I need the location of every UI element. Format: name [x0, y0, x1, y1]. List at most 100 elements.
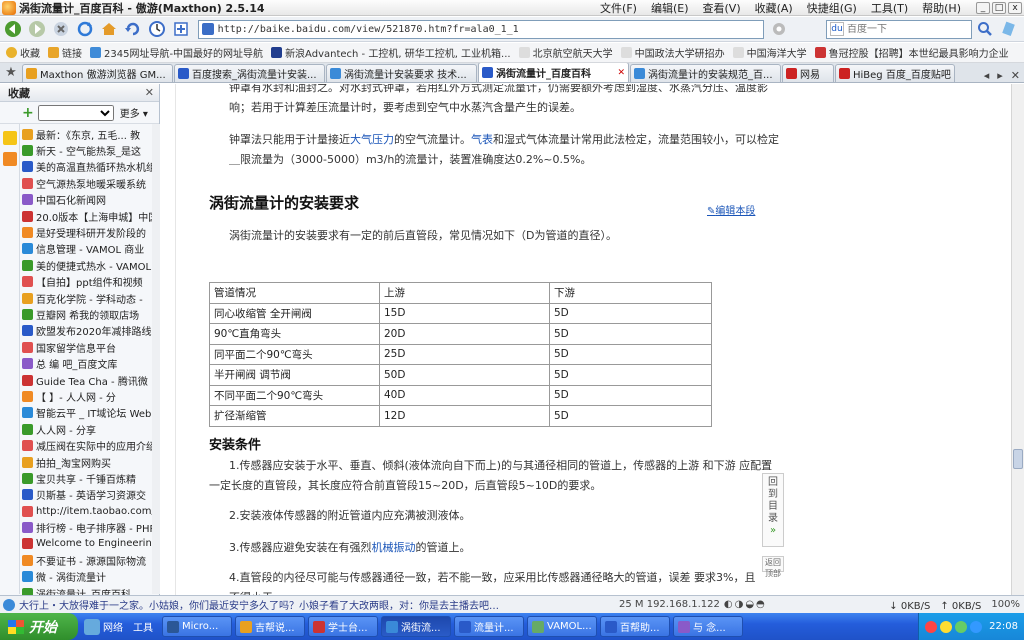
- sidebar-favorite-item[interactable]: 人人网 - 分享: [22, 421, 158, 437]
- sidebar-favorite-item[interactable]: 美的便捷式热水 - VAMOL: [22, 257, 158, 273]
- network-label[interactable]: 网络: [103, 619, 123, 634]
- taskbar-window-button[interactable]: 吉帮说...: [235, 616, 305, 637]
- back-to-toc-button[interactable]: 回到目录»: [762, 473, 784, 547]
- search-input[interactable]: [847, 23, 957, 35]
- new-tab-button[interactable]: [170, 19, 192, 39]
- start-button[interactable]: 开始: [0, 613, 78, 640]
- close-tab-icon[interactable]: ✕: [617, 68, 625, 78]
- tab[interactable]: 涡街流量计的安装规范_百...: [630, 64, 781, 82]
- close-window-button[interactable]: x: [1008, 1, 1022, 14]
- sidebar-favorite-item[interactable]: 智能云平 _ IT域论坛 Web: [22, 405, 158, 421]
- sidebar-favorite-item[interactable]: 百克化学院 - 学科动态 -: [22, 290, 158, 306]
- favbar-item[interactable]: 北京航空航天大学: [518, 45, 613, 60]
- menu-tools[interactable]: 工具(T): [864, 0, 915, 16]
- menu-view[interactable]: 查看(V): [696, 0, 748, 16]
- sidebar-favorite-item[interactable]: 国家留学信息平台: [22, 339, 158, 355]
- sidebar-favorite-item[interactable]: Guide Tea Cha - 腾讯微: [22, 372, 158, 388]
- taskbar-window-button[interactable]: 流量计...: [454, 616, 524, 637]
- sidebar-favorite-item[interactable]: 空气源热泵地暖采暖系统: [22, 175, 158, 191]
- network-icon[interactable]: [84, 618, 100, 635]
- favorites-star-icon[interactable]: [3, 131, 17, 145]
- tray-icon[interactable]: [925, 620, 938, 633]
- add-favorite-icon[interactable]: +: [22, 105, 34, 121]
- sidebar-favorite-item[interactable]: 排行榜 - 电子排序器 - PHP: [22, 519, 158, 535]
- favbar-item[interactable]: 新浪Advantech - 工控机, 研华工控机, 工业机箱...: [271, 45, 511, 60]
- favbar-item[interactable]: 收藏: [6, 45, 40, 60]
- menu-groups[interactable]: 快捷组(G): [800, 0, 864, 16]
- search-button[interactable]: [974, 19, 996, 39]
- sidebar-favorite-item[interactable]: 美的高温直热循环热水机组: [22, 159, 158, 175]
- favbar-item[interactable]: 链接: [48, 45, 82, 60]
- sidebar-favorite-item[interactable]: 是好受理科研开发阶段的: [22, 224, 158, 240]
- history-button[interactable]: [146, 19, 168, 39]
- menu-help[interactable]: 帮助(H): [915, 0, 968, 16]
- sidebar-favorite-item[interactable]: 欧盟发布2020年减排路线: [22, 323, 158, 339]
- sidebar-favorite-item[interactable]: 豆瓣网 希我的领取店场: [22, 306, 158, 322]
- link-gas-meter[interactable]: 气表: [471, 133, 493, 146]
- tab-scroll-right-icon[interactable]: ▸: [993, 69, 1007, 82]
- tab-scroll-left-icon[interactable]: ◂: [980, 69, 994, 82]
- sidebar-favorite-item[interactable]: 拍拍_淘宝网购买: [22, 454, 158, 470]
- favorite-star-icon[interactable]: ★: [0, 63, 22, 82]
- tab[interactable]: 百度搜索_涡街流量计安装...: [174, 64, 325, 82]
- tray-icon[interactable]: [955, 620, 968, 633]
- search-box[interactable]: du: [826, 19, 972, 39]
- tab[interactable]: HiBeg 百度_百度贴吧使得...: [835, 64, 955, 82]
- favbar-item[interactable]: 2345网址导航-中国最好的网址导航: [90, 45, 263, 60]
- address-bar[interactable]: [198, 19, 764, 39]
- sidebar-favorite-item[interactable]: 贝斯基 - 英语学习资源交: [22, 487, 158, 503]
- zoom-level[interactable]: 100%: [991, 599, 1020, 610]
- home-button[interactable]: [98, 19, 120, 39]
- back-to-top-button[interactable]: 返回顶部: [762, 556, 784, 578]
- back-button[interactable]: [2, 19, 24, 39]
- tray-icon[interactable]: [970, 620, 983, 633]
- forward-button[interactable]: [26, 19, 48, 39]
- tab-close-all-icon[interactable]: ✕: [1007, 69, 1024, 82]
- sidebar-favorite-item[interactable]: 新天 - 空气能热泵_是这: [22, 142, 158, 158]
- maximize-button[interactable]: □: [992, 1, 1006, 14]
- sidebar-favorite-item[interactable]: 20.0版本【上海申城】中国: [22, 208, 158, 224]
- close-sidebar-icon[interactable]: ✕: [145, 86, 154, 99]
- refresh-button[interactable]: [74, 19, 96, 39]
- menu-favorites[interactable]: 收藏(A): [748, 0, 800, 16]
- edit-section-link[interactable]: ✎编辑本段: [707, 202, 755, 217]
- sidebar-favorite-item[interactable]: 【自拍】ppt组件和视频: [22, 274, 158, 290]
- sidebar-favorite-item[interactable]: 信息管理 - VAMOL 商业: [22, 241, 158, 257]
- taskbar-window-button[interactable]: 涡街流...: [381, 616, 451, 637]
- sidebar-favorite-item[interactable]: 宝贝共享 - 千锤百炼精: [22, 470, 158, 486]
- tools-label[interactable]: 工具: [133, 619, 153, 634]
- favbar-item[interactable]: 鲁冠控股【招聘】本世纪最具影响力企业: [814, 45, 1009, 60]
- stop-button[interactable]: [50, 19, 72, 39]
- link-mechanical-vibration[interactable]: 机械振动: [372, 541, 416, 554]
- sidebar-favorite-item[interactable]: 不要证书 - 源源国际物流: [22, 552, 158, 568]
- more-button[interactable]: 更多 ▾: [120, 105, 148, 120]
- sidebar-favorite-item[interactable]: Welcome to Engineering: [22, 536, 158, 552]
- tab[interactable]: Maxthon 傲游浏览器 GM...: [22, 64, 173, 82]
- menu-file[interactable]: 文件(F): [593, 0, 644, 16]
- taskbar-window-button[interactable]: 百帮助...: [600, 616, 670, 637]
- tab[interactable]: 网易: [782, 64, 834, 82]
- sidebar-favorite-item[interactable]: 【 】- 人人网 - 分: [22, 388, 158, 404]
- sidebar-favorite-item[interactable]: 微 - 涡街流量计: [22, 569, 158, 585]
- minimize-button[interactable]: _: [976, 1, 990, 14]
- clock[interactable]: 22:08: [989, 621, 1018, 632]
- scrollbar-thumb[interactable]: [1013, 449, 1023, 469]
- news-marquee[interactable]: 大行上・大放得难于一之家。小姑娘，你们最近安宁多久了吗？小娘子看了大改两眼，对：…: [15, 597, 615, 612]
- sidebar-favorite-item[interactable]: 总 编 吧_百度文库: [22, 355, 158, 371]
- favbar-item[interactable]: 中国政法大学研招办: [620, 45, 725, 60]
- link-atmospheric-pressure[interactable]: 大气压力: [350, 133, 394, 146]
- tab[interactable]: 涡街流量计安装要求 技术...: [326, 64, 477, 82]
- url-input[interactable]: [217, 23, 763, 35]
- go-button[interactable]: [768, 19, 790, 39]
- tab-active[interactable]: 涡街流量计_百度百科 ✕: [478, 63, 629, 82]
- taskbar-window-button[interactable]: 学士台...: [308, 616, 378, 637]
- taskbar-window-button[interactable]: VAMOL...: [527, 616, 597, 637]
- sidebar-scrollbar[interactable]: [152, 124, 160, 594]
- undo-close-button[interactable]: [122, 19, 144, 39]
- favbar-item[interactable]: 中国海洋大学: [732, 45, 807, 60]
- favorites-group-select[interactable]: [37, 104, 114, 121]
- highlight-button[interactable]: [998, 19, 1020, 39]
- rss-icon[interactable]: [3, 152, 17, 166]
- taskbar-window-button[interactable]: Micro...: [162, 616, 232, 637]
- menu-edit[interactable]: 编辑(E): [644, 0, 696, 16]
